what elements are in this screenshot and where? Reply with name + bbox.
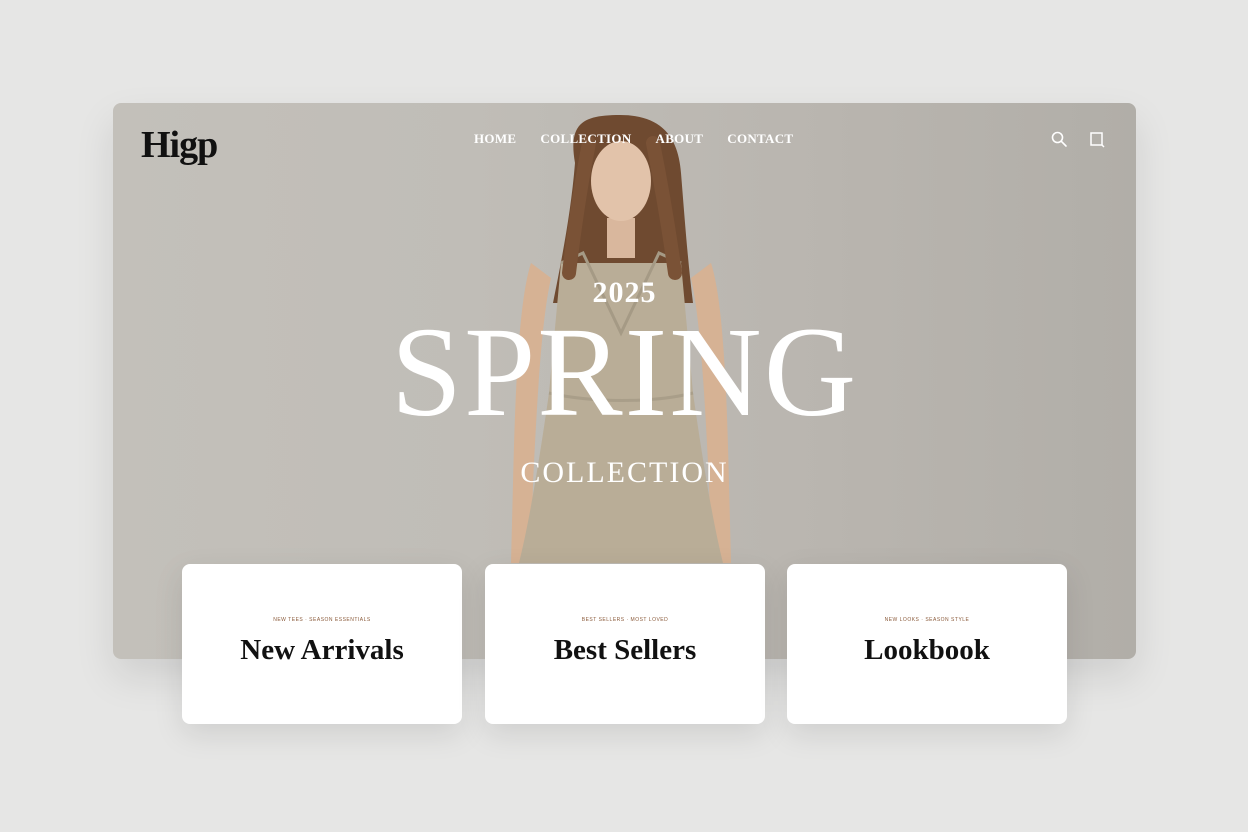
card-title: New Arrivals xyxy=(240,634,404,666)
main-nav: HOME COLLECTION ABOUT CONTACT xyxy=(474,131,793,147)
card-new-arrivals[interactable]: NEW TEES · SEASON ESSENTIALS New Arrival… xyxy=(182,564,462,724)
page: Higp HOME COLLECTION ABOUT CONTACT 2025 … xyxy=(0,0,1248,832)
brand-logo[interactable]: Higp xyxy=(141,123,218,167)
shopping-bag-icon[interactable] xyxy=(1088,130,1106,148)
card-best-sellers[interactable]: BEST SELLERS · MOST LOVED Best Sellers xyxy=(485,564,765,724)
header-actions xyxy=(1050,130,1106,148)
search-icon[interactable] xyxy=(1050,130,1068,148)
nav-collection[interactable]: COLLECTION xyxy=(540,131,631,147)
nav-about[interactable]: ABOUT xyxy=(656,131,704,147)
hero-headline: SPRING xyxy=(390,301,859,443)
card-kicker: NEW LOOKS · SEASON STYLE xyxy=(884,617,970,623)
card-title: Lookbook xyxy=(864,634,990,666)
nav-contact[interactable]: CONTACT xyxy=(727,131,793,147)
card-lookbook[interactable]: NEW LOOKS · SEASON STYLE Lookbook xyxy=(787,564,1067,724)
nav-home[interactable]: HOME xyxy=(474,131,516,147)
hero-subline: COLLECTION xyxy=(520,456,729,489)
card-kicker: NEW TEES · SEASON ESSENTIALS xyxy=(273,617,371,623)
card-kicker: BEST SELLERS · MOST LOVED xyxy=(581,617,669,623)
card-title: Best Sellers xyxy=(553,634,697,666)
